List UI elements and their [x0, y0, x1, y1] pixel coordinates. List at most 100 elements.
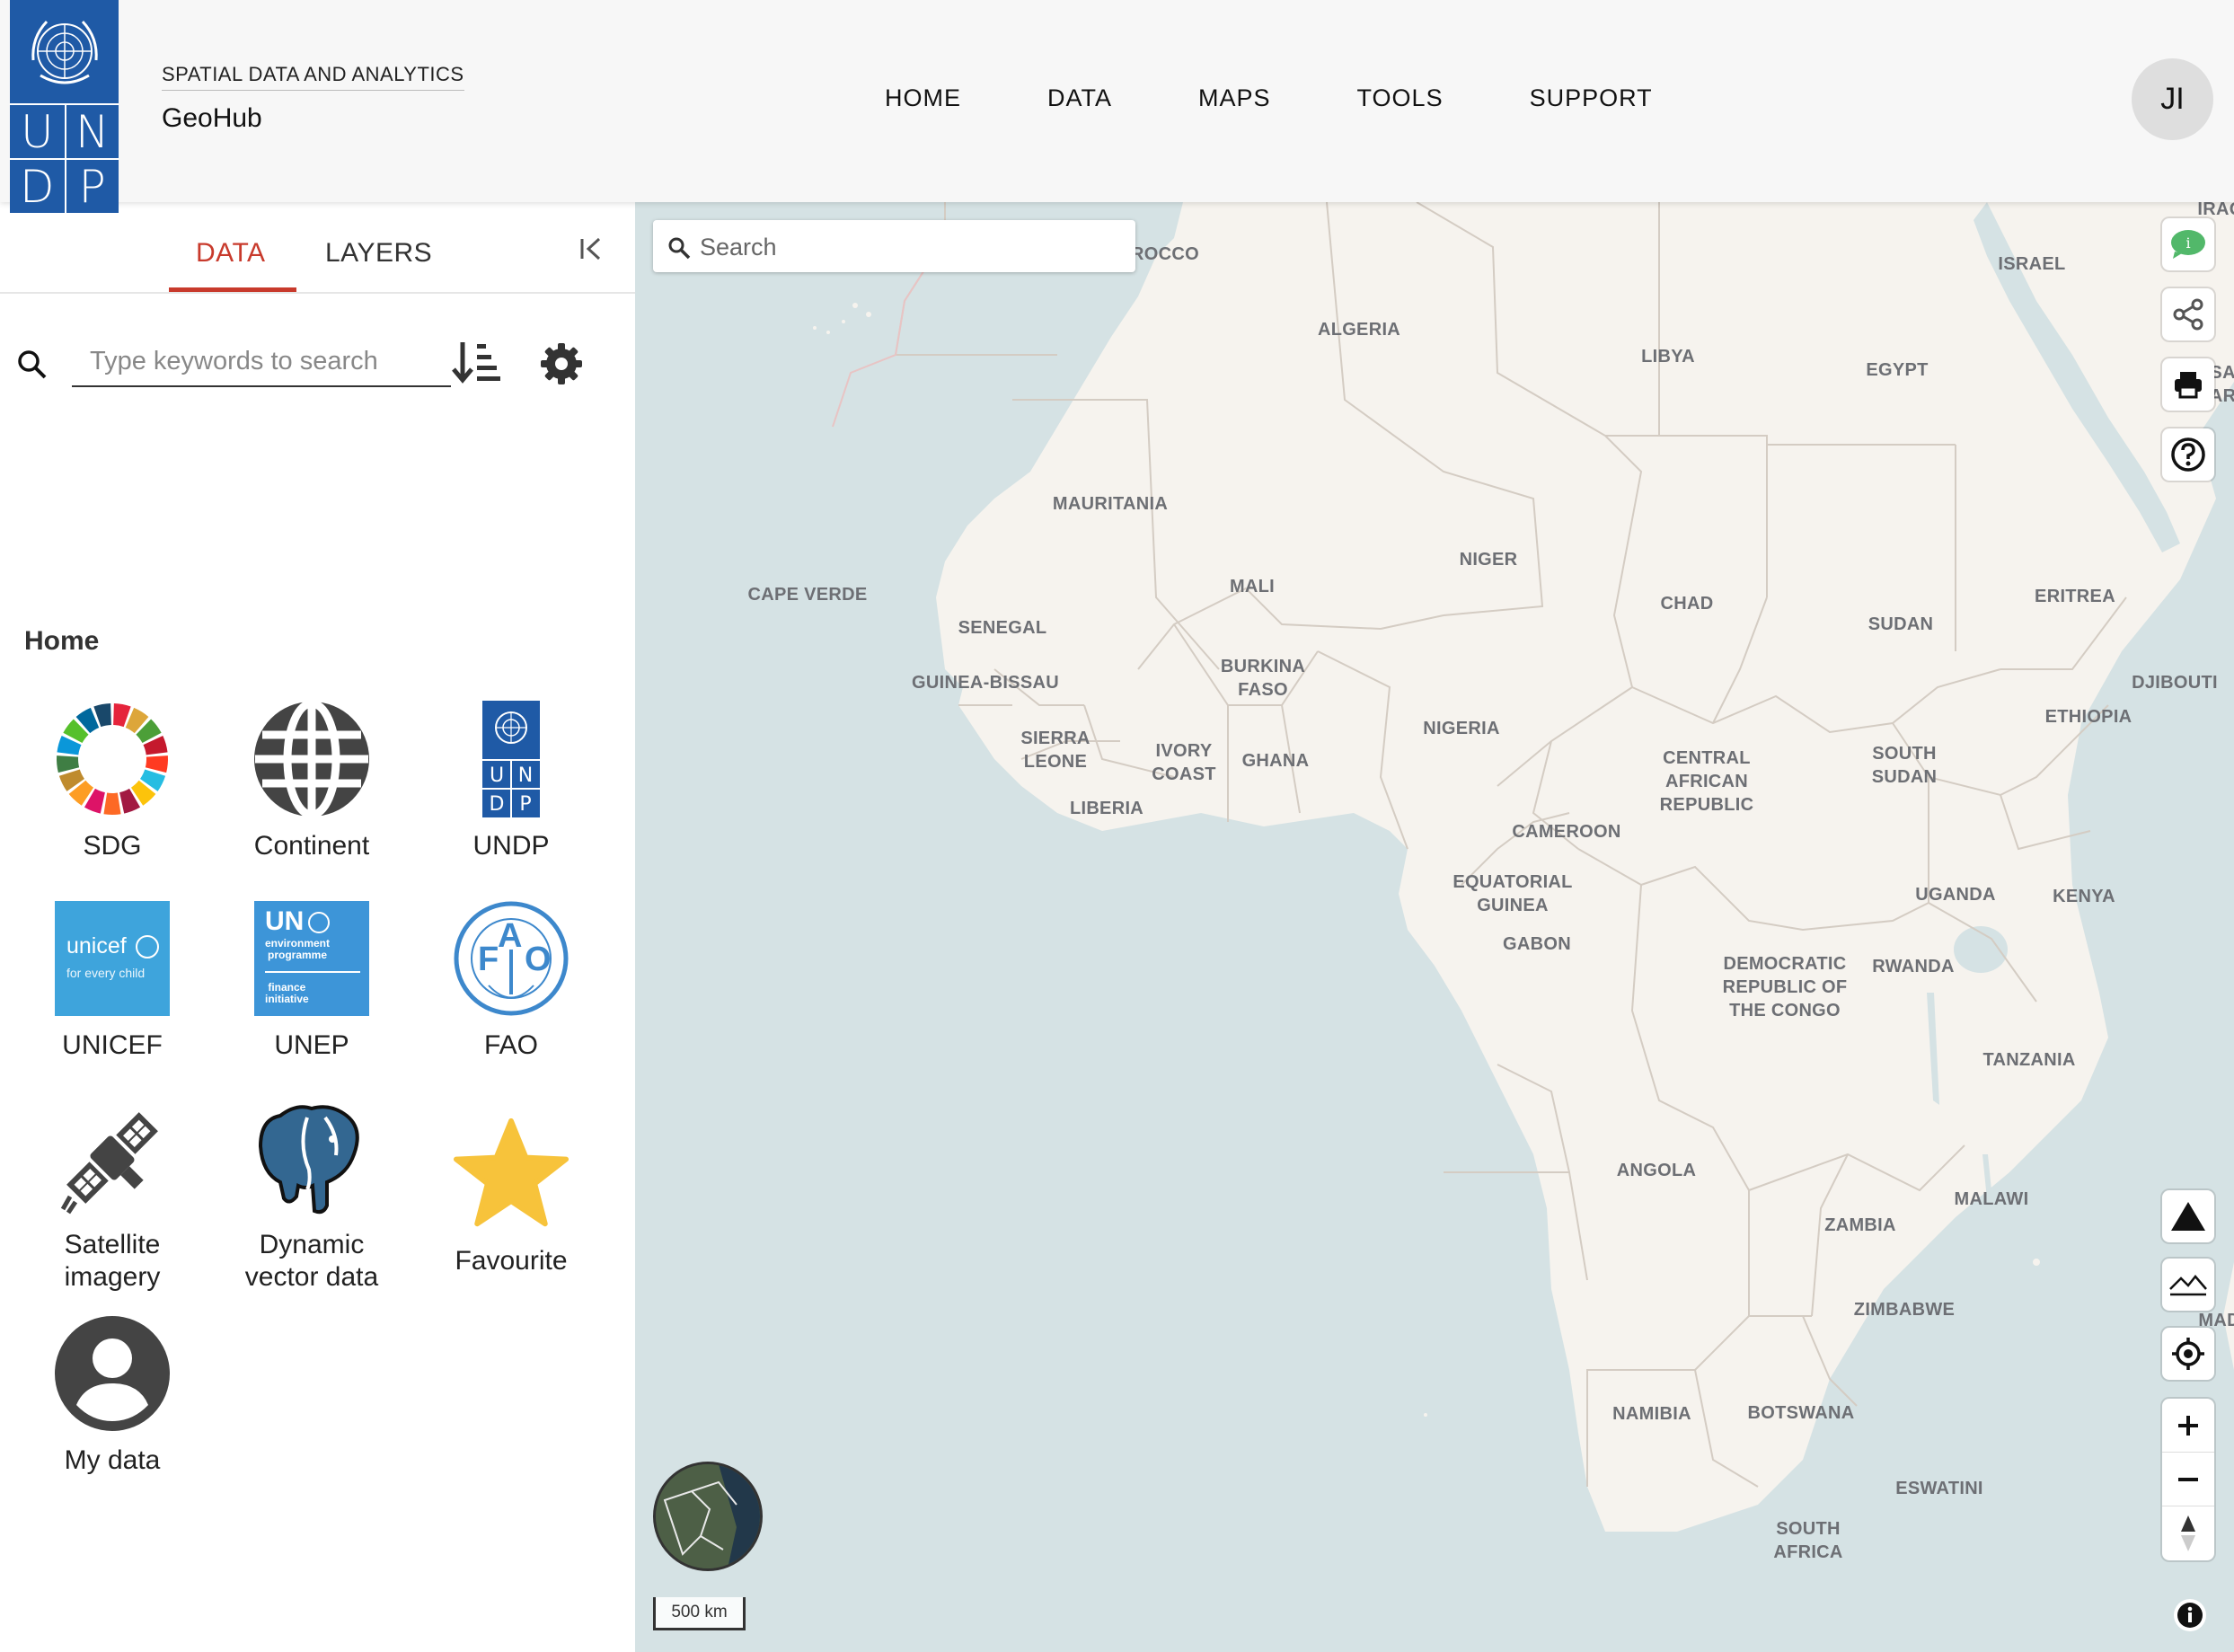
zoom-in-button[interactable]: [2162, 1399, 2214, 1453]
country-label: ERITREA: [2035, 587, 2115, 606]
svg-text:i: i: [2185, 234, 2190, 252]
settings-gear-icon[interactable]: [539, 341, 584, 386]
nav-data[interactable]: DATA: [1047, 84, 1112, 112]
geolocate-button[interactable]: [2162, 1328, 2214, 1380]
collapse-sidebar-icon[interactable]: [578, 234, 606, 263]
data-sidebar: DATA LAYERS Home: [0, 202, 636, 1652]
logo-letter: U: [10, 103, 65, 158]
country-label: LIBYA: [1641, 347, 1695, 367]
country-label: SUDAN: [1868, 614, 1934, 634]
country-label: CAMEROON: [1512, 822, 1621, 842]
brand-name[interactable]: GeoHub: [162, 103, 262, 134]
tile-label: My data: [64, 1445, 161, 1475]
country-label: EGYPT: [1866, 360, 1929, 380]
country-label: ESWATINI: [1895, 1479, 1983, 1498]
country-label: CAPE VERDE: [747, 585, 868, 605]
tile-my-data[interactable]: My data: [22, 1315, 202, 1477]
country-label: TANZANIA: [1982, 1050, 2076, 1070]
tile-fao[interactable]: F A O FAO: [421, 900, 601, 1062]
unicef-emblem-icon: [136, 935, 159, 959]
active-tab-indicator: [169, 287, 296, 292]
unep-wordmark: UN: [265, 906, 305, 936]
country-label: NAMIBIA: [1612, 1404, 1691, 1424]
country-label: DJIBOUTI: [2132, 673, 2218, 693]
tile-unicef[interactable]: unicef for every child UNICEF: [22, 900, 202, 1062]
data-search-input[interactable]: [72, 337, 451, 387]
tile-label: FAO: [483, 1030, 538, 1060]
country-label: MALI: [1229, 577, 1276, 596]
geolocate-icon: [2172, 1338, 2204, 1370]
breadcrumb-home[interactable]: Home: [24, 626, 99, 657]
chat-button[interactable]: i: [2162, 218, 2214, 270]
nav-support[interactable]: SUPPORT: [1530, 84, 1653, 112]
unep-programme-text: environment programme: [265, 938, 330, 961]
tab-data[interactable]: DATA: [196, 238, 266, 269]
country-label: GUINEA-BISSAU: [912, 673, 1059, 693]
sdg-wheel-segment: [57, 755, 80, 773]
print-icon: [2175, 372, 2202, 399]
attribution-button[interactable]: [2174, 1599, 2206, 1631]
tile-sdg[interactable]: SDG: [22, 701, 202, 862]
unep-emblem-icon: [308, 912, 330, 933]
map-canvas[interactable]: ROCCOALGERIALIBYAEGYPTISRAELIRAQSAUARAMA…: [635, 202, 2234, 1652]
svg-text:U: U: [490, 764, 504, 787]
hillshade-icon: [2169, 1275, 2207, 1296]
basemap: [813, 202, 2234, 1532]
user-circle-icon: [55, 1316, 170, 1431]
unep-line: programme: [267, 949, 328, 961]
unicef-tagline: for every child: [66, 966, 146, 980]
map-search-input[interactable]: [698, 227, 1124, 267]
tile-continent[interactable]: Continent: [222, 701, 402, 862]
country-label: UGANDA: [1915, 885, 1996, 905]
country-label: IVORY COAST: [1152, 741, 1216, 784]
country-label: ROCCO: [1131, 244, 1199, 264]
unep-line: finance: [268, 981, 306, 994]
help-button[interactable]: [2162, 428, 2214, 481]
tile-favourite[interactable]: Favourite: [421, 1116, 601, 1277]
country-label: CHAD: [1660, 594, 1714, 614]
nav-maps[interactable]: MAPS: [1198, 84, 1271, 112]
country-label: SOUTH SUDAN: [1871, 744, 1938, 787]
unicef-wordmark: unicef: [66, 933, 127, 959]
unep-line: initiative: [265, 993, 309, 1005]
tile-label: SDG: [83, 831, 142, 861]
tile-label: UNEP: [274, 1030, 349, 1060]
tile-dynamic-vector[interactable]: Dynamic vector data: [222, 1100, 402, 1294]
unep-logo-icon: UN environment programme finance initiativ…: [254, 901, 369, 1016]
country-label: NIGER: [1459, 550, 1518, 570]
sort-icon[interactable]: [452, 339, 502, 385]
map-scale: 500 km: [653, 1597, 746, 1630]
tile-undp[interactable]: U N D P UNDP: [421, 701, 601, 862]
hillshade-button[interactable]: [2162, 1259, 2214, 1311]
terrain-button[interactable]: [2162, 1190, 2214, 1242]
country-label: NIGERIA: [1423, 719, 1500, 738]
tile-unep[interactable]: UN environment programme finance initiativ…: [222, 900, 402, 1062]
tile-label: UNDP: [472, 831, 550, 861]
tile-label: Favourite: [455, 1246, 568, 1276]
share-button[interactable]: [2162, 288, 2214, 340]
country-label: ALGERIA: [1317, 320, 1401, 340]
user-avatar[interactable]: JI: [2132, 58, 2213, 140]
zoom-out-button[interactable]: [2162, 1453, 2214, 1506]
country-label: RWANDA: [1872, 957, 1955, 976]
terrain-icon: [2171, 1202, 2205, 1231]
logo-letter: P: [64, 158, 119, 213]
tile-satellite[interactable]: Satellite imagery: [22, 1100, 202, 1294]
fao-logo-icon: F A O: [454, 901, 569, 1016]
print-button[interactable]: [2162, 358, 2214, 411]
compass-button[interactable]: [2162, 1506, 2214, 1559]
tab-layers[interactable]: LAYERS: [325, 238, 432, 269]
minimap[interactable]: [653, 1462, 763, 1571]
search-icon: [668, 237, 691, 260]
zoom-out-icon: [2178, 1477, 2198, 1481]
country-label: SENEGAL: [958, 618, 1047, 638]
brand-subtitle: SPATIAL DATA AND ANALYTICS: [162, 63, 464, 91]
chat-icon: i: [2171, 230, 2205, 259]
undp-logo[interactable]: U N D P: [10, 0, 119, 213]
country-label: ETHIOPIA: [2044, 707, 2132, 727]
minimap-terrain: [656, 1464, 760, 1568]
nav-tools[interactable]: TOOLS: [1357, 84, 1444, 112]
postgres-elephant-icon: [258, 1105, 359, 1215]
nav-home[interactable]: HOME: [885, 84, 961, 112]
search-icon: [18, 350, 47, 379]
